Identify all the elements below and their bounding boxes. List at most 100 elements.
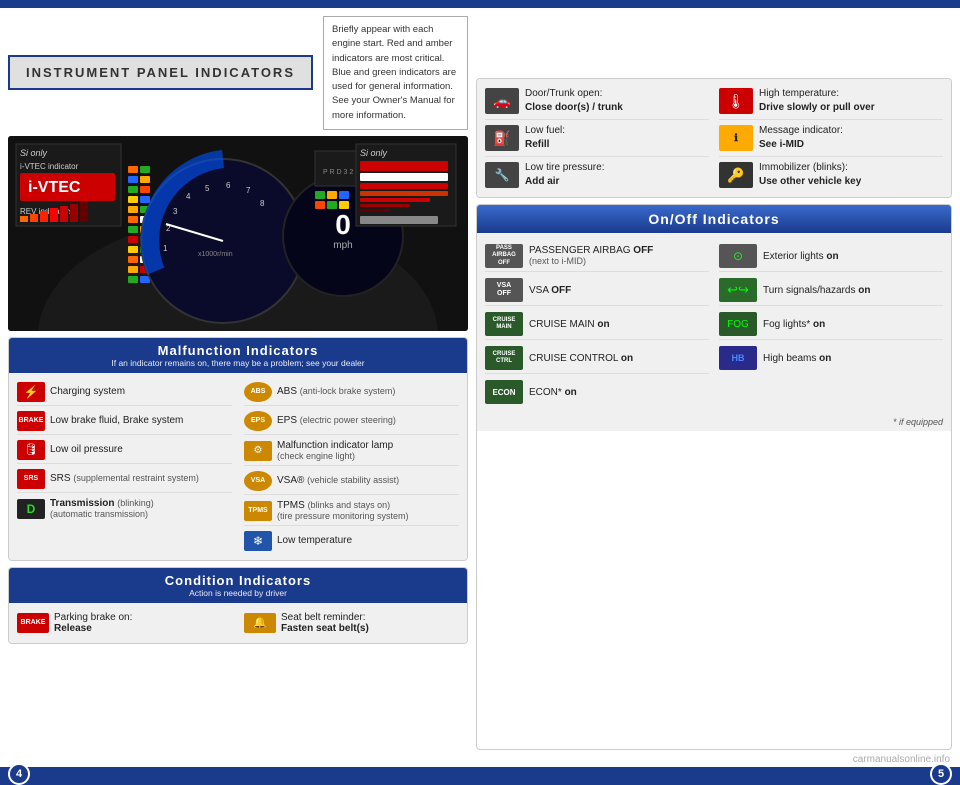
onoff-turn-signals: ↩↪ Turn signals/hazards on xyxy=(719,275,943,306)
condition-body: BRAKE Parking brake on:Release 🔔 Seat be… xyxy=(9,603,467,643)
svg-text:i-VTEC indicator: i-VTEC indicator xyxy=(20,162,79,171)
svg-text:8: 8 xyxy=(260,199,265,208)
eps-icon: EPS xyxy=(244,411,272,431)
trans-icon: D xyxy=(17,499,45,519)
onoff-cruise-main: CRUISEMAIN CRUISE MAIN on xyxy=(485,309,709,340)
info-door: 🚗 Door/Trunk open:Close door(s) / trunk xyxy=(485,87,709,120)
fuel-icon: ⛽ xyxy=(485,125,519,151)
seatbelt-label: Seat belt reminder:Fasten seat belt(s) xyxy=(281,612,369,634)
pass-airbag-icon: PASSAIRBAGOFF xyxy=(485,244,523,268)
svg-text:5: 5 xyxy=(205,184,210,193)
brake-label: Low brake fluid, Brake system xyxy=(50,415,183,426)
cruise-control-text: CRUISE CONTROL on xyxy=(529,353,633,364)
fog-lights-text: Fog lights* on xyxy=(763,319,825,330)
condition-header: Condition Indicators Action is needed by… xyxy=(9,568,467,603)
left-column: INSTRUMENT PANEL INDICATORS Briefly appe… xyxy=(8,16,468,750)
charging-label: Charging system xyxy=(50,386,125,397)
ext-lights-text: Exterior lights on xyxy=(763,251,839,262)
abs-label: ABS (anti-lock brake system) xyxy=(277,386,395,397)
vsa-off-text: VSA OFF xyxy=(529,285,571,296)
tire-icon: 🔧 xyxy=(485,162,519,188)
condition-seatbelt: 🔔 Seat belt reminder:Fasten seat belt(s) xyxy=(244,609,459,637)
trans-label: Transmission (blinking)(automatic transm… xyxy=(50,498,154,520)
brake-icon: BRAKE xyxy=(17,411,45,431)
condition-parking: BRAKE Parking brake on:Release xyxy=(17,609,232,637)
onoff-ext-lights: ⊙ Exterior lights on xyxy=(719,241,943,272)
charging-icon: ⚡ xyxy=(17,382,45,402)
parking-label: Parking brake on:Release xyxy=(54,612,132,634)
srs-label: SRS (supplemental restraint system) xyxy=(50,473,199,484)
ext-lights-icon: ⊙ xyxy=(719,244,757,268)
fuel-text: Low fuel:Refill xyxy=(525,124,565,152)
indicator-tpms: TPMS TPMS (blinks and stays on)(tire pre… xyxy=(244,497,459,526)
seatbelt-icon: 🔔 xyxy=(244,613,276,633)
oil-label: Low oil pressure xyxy=(50,444,123,455)
message-icon: ℹ xyxy=(719,125,753,151)
message-text: Message indicator:See i-MID xyxy=(759,124,843,152)
malfunction-title: Malfunction Indicators xyxy=(17,343,459,358)
info-message: ℹ Message indicator:See i-MID xyxy=(719,124,943,157)
oil-icon: 🛢 xyxy=(17,440,45,460)
bottom-bar: 4 carmanualsonline.info 5 xyxy=(0,767,960,785)
vsa-off-icon: VSAOFF xyxy=(485,278,523,302)
indicator-oil: 🛢 Low oil pressure xyxy=(17,437,232,464)
onoff-fog-lights: FOG Fog lights* on xyxy=(719,309,943,340)
malfunction-body: ⚡ Charging system BRAKE Low brake fluid,… xyxy=(9,373,467,560)
turn-signals-icon: ↩↪ xyxy=(719,278,757,302)
svg-text:6: 6 xyxy=(226,181,231,190)
hightemp-text: High temperature:Drive slowly or pull ov… xyxy=(759,87,875,115)
onoff-body: PASSAIRBAGOFF PASSENGER AIRBAG OFF(next … xyxy=(477,233,951,415)
turn-signals-text: Turn signals/hazards on xyxy=(763,285,870,296)
door-text: Door/Trunk open:Close door(s) / trunk xyxy=(525,87,623,115)
onoff-cruise-control: CRUISECTRL CRUISE CONTROL on xyxy=(485,343,709,374)
top-bar xyxy=(0,0,960,8)
indicator-abs: ABS ABS (anti-lock brake system) xyxy=(244,379,459,406)
lowtemp-label: Low temperature xyxy=(277,535,352,546)
condition-section: Condition Indicators Action is needed by… xyxy=(8,567,468,644)
svg-text:Si only: Si only xyxy=(360,148,388,158)
footnote: * if equipped xyxy=(477,415,951,431)
vsa-label: VSA® (vehicle stability assist) xyxy=(277,475,399,486)
info-body: 🚗 Door/Trunk open:Close door(s) / trunk … xyxy=(477,79,951,197)
fog-lights-icon: FOG xyxy=(719,312,757,336)
indicator-mil: ⚙ Malfunction indicator lamp(check engin… xyxy=(244,437,459,466)
lowtemp-icon: ❄ xyxy=(244,531,272,551)
parking-icon: BRAKE xyxy=(17,613,49,633)
mil-icon: ⚙ xyxy=(244,441,272,461)
onoff-pass-airbag: PASSAIRBAGOFF PASSENGER AIRBAG OFF(next … xyxy=(485,241,709,272)
svg-text:0: 0 xyxy=(335,209,351,240)
abs-icon: ABS xyxy=(244,382,272,402)
svg-text:1: 1 xyxy=(163,244,168,253)
svg-text:3: 3 xyxy=(173,207,178,216)
onoff-vsa: VSAOFF VSA OFF xyxy=(485,275,709,306)
malfunction-section: Malfunction Indicators If an indicator r… xyxy=(8,337,468,561)
srs-icon: SRS xyxy=(17,469,45,489)
title-note: Briefly appear with each engine start. R… xyxy=(323,16,468,130)
mil-label: Malfunction indicator lamp(check engine … xyxy=(277,440,393,462)
malfunction-header: Malfunction Indicators If an indicator r… xyxy=(9,338,467,373)
right-column: 🚗 Door/Trunk open:Close door(s) / trunk … xyxy=(476,16,952,750)
econ-text: ECON* on xyxy=(529,387,577,398)
svg-text:mph: mph xyxy=(333,240,352,251)
dashboard-svg: Si only i-VTEC indicator i-VTEC REV indi… xyxy=(8,136,468,331)
svg-text:i-VTEC: i-VTEC xyxy=(28,179,81,196)
tire-text: Low tire pressure:Add air xyxy=(525,161,604,189)
door-icon: 🚗 xyxy=(485,88,519,114)
cruise-control-icon: CRUISECTRL xyxy=(485,346,523,370)
indicator-trans: D Transmission (blinking)(automatic tran… xyxy=(17,495,232,523)
page-number-left: 4 xyxy=(8,763,30,785)
high-beams-text: High beams on xyxy=(763,353,831,364)
svg-text:x1000r/min: x1000r/min xyxy=(198,251,233,258)
info-tire: 🔧 Low tire pressure:Add air xyxy=(485,161,709,189)
svg-text:4: 4 xyxy=(186,192,191,201)
onoff-high-beams: HB High beams on xyxy=(719,343,943,373)
condition-subtitle: Action is needed by driver xyxy=(17,588,459,598)
indicator-eps: EPS EPS (electric power steering) xyxy=(244,408,459,435)
cruise-main-text: CRUISE MAIN on xyxy=(529,319,610,330)
condition-title: Condition Indicators xyxy=(17,573,459,588)
dashboard-image: Si only i-VTEC indicator i-VTEC REV indi… xyxy=(8,136,468,331)
pass-airbag-text: PASSENGER AIRBAG OFF(next to i-MID) xyxy=(529,245,653,267)
onoff-section: On/Off Indicators PASSAIRBAGOFF PASSENGE… xyxy=(476,204,952,750)
svg-text:P R D 3 2 1: P R D 3 2 1 xyxy=(323,169,359,176)
econ-icon: ECON xyxy=(485,380,523,404)
